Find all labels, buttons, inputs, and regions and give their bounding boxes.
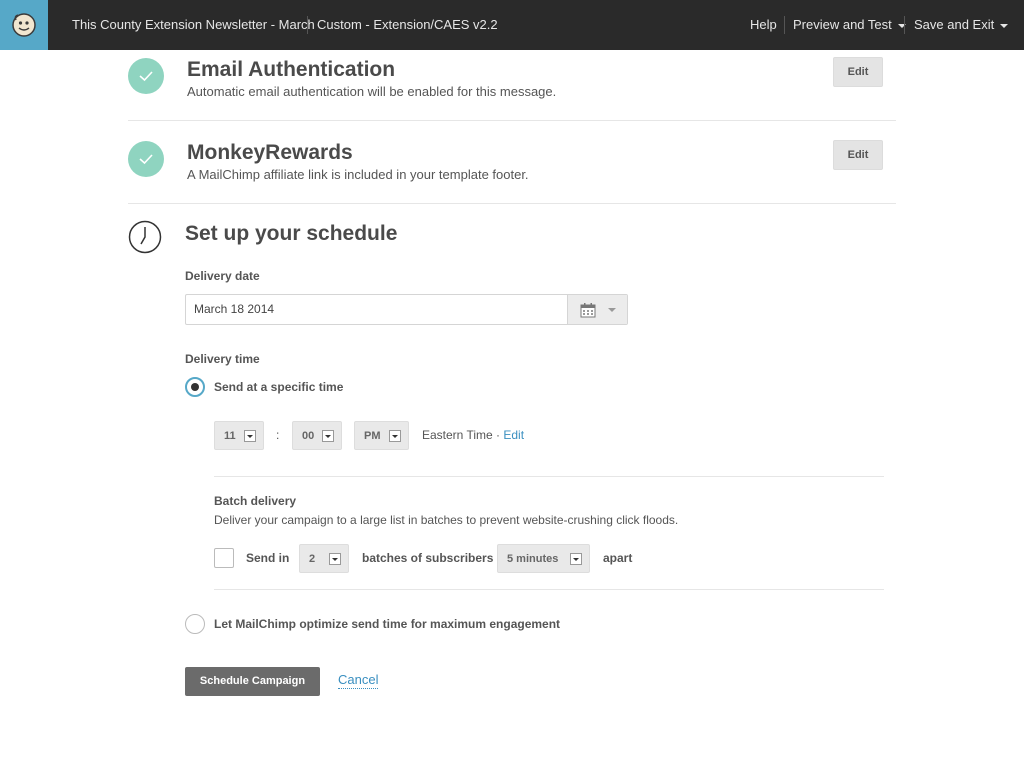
cancel-link[interactable]: Cancel bbox=[338, 672, 379, 689]
template-name: Custom - Extension/CAES v2.2 bbox=[317, 17, 498, 32]
email-auth-desc: Automatic email authentication will be e… bbox=[187, 84, 557, 99]
batch-count-value: 2 bbox=[309, 553, 316, 565]
time-colon: : bbox=[276, 428, 280, 442]
ampm-value: PM bbox=[364, 430, 381, 442]
optimize-time-label: Let MailChimp optimize send time for max… bbox=[214, 617, 561, 631]
email-auth-edit-button[interactable]: Edit bbox=[833, 57, 883, 87]
preview-test-label: Preview and Test bbox=[793, 17, 892, 32]
mailchimp-logo-icon[interactable] bbox=[0, 0, 48, 50]
email-auth-title: Email Authentication bbox=[187, 58, 396, 81]
ampm-select[interactable]: PM bbox=[354, 421, 409, 450]
topbar-divider bbox=[307, 16, 308, 34]
calendar-icon bbox=[580, 302, 595, 317]
topbar-divider bbox=[904, 16, 905, 34]
chevron-down-icon bbox=[1000, 23, 1009, 28]
section-divider bbox=[128, 203, 896, 204]
dropdown-arrow-icon bbox=[329, 553, 341, 565]
batch-title: Batch delivery bbox=[214, 494, 297, 508]
timezone-text: Eastern Time · Edit bbox=[422, 428, 524, 442]
optimize-time-radio[interactable] bbox=[185, 614, 205, 634]
preview-test-menu[interactable]: Preview and Test bbox=[793, 0, 906, 50]
dropdown-arrow-icon bbox=[322, 430, 334, 442]
interval-select[interactable]: 5 minutes bbox=[497, 544, 590, 573]
batch-divider bbox=[214, 476, 884, 477]
save-exit-menu[interactable]: Save and Exit bbox=[914, 0, 1009, 50]
monkey-rewards-edit-button[interactable]: Edit bbox=[833, 140, 883, 170]
dropdown-arrow-icon bbox=[244, 430, 256, 442]
interval-value: 5 minutes bbox=[507, 553, 559, 565]
specific-time-radio[interactable] bbox=[185, 377, 205, 397]
check-icon bbox=[128, 58, 164, 94]
send-in-label: Send in bbox=[246, 551, 290, 565]
delivery-time-label: Delivery time bbox=[185, 352, 260, 366]
delivery-date-label: Delivery date bbox=[185, 269, 260, 283]
batch-checkbox[interactable] bbox=[214, 548, 234, 568]
timezone-edit-link[interactable]: Edit bbox=[503, 428, 524, 442]
timezone-label: Eastern Time · bbox=[422, 428, 501, 442]
top-bar: This County Extension Newsletter - March… bbox=[0, 0, 1024, 50]
save-exit-label: Save and Exit bbox=[914, 17, 995, 32]
batches-of-label: batches of subscribers bbox=[362, 551, 494, 565]
monkey-rewards-desc: A MailChimp affiliate link is included i… bbox=[187, 167, 529, 182]
date-picker-button[interactable] bbox=[567, 295, 627, 324]
schedule-title: Set up your schedule bbox=[185, 222, 398, 245]
batch-divider bbox=[214, 589, 884, 590]
delivery-date-value: March 18 2014 bbox=[194, 302, 275, 316]
topbar-divider bbox=[784, 16, 785, 34]
dropdown-arrow-icon bbox=[570, 553, 582, 565]
batch-desc: Deliver your campaign to a large list in… bbox=[214, 513, 679, 527]
section-divider bbox=[128, 120, 896, 121]
delivery-date-field[interactable]: March 18 2014 bbox=[185, 294, 628, 325]
hour-select[interactable]: 11 bbox=[214, 421, 264, 450]
help-link[interactable]: Help bbox=[750, 0, 777, 50]
monkey-rewards-title: MonkeyRewards bbox=[187, 141, 353, 164]
hour-value: 11 bbox=[224, 430, 236, 442]
dropdown-arrow-icon bbox=[389, 430, 401, 442]
batch-count-select[interactable]: 2 bbox=[299, 544, 349, 573]
campaign-name: This County Extension Newsletter - March bbox=[72, 17, 315, 32]
minute-select[interactable]: 00 bbox=[292, 421, 342, 450]
chevron-down-icon bbox=[607, 307, 616, 312]
check-icon bbox=[128, 141, 164, 177]
schedule-campaign-button[interactable]: Schedule Campaign bbox=[185, 667, 320, 696]
clock-icon bbox=[128, 220, 162, 254]
minute-value: 00 bbox=[302, 430, 315, 442]
apart-label: apart bbox=[603, 551, 633, 565]
specific-time-label: Send at a specific time bbox=[214, 380, 344, 394]
